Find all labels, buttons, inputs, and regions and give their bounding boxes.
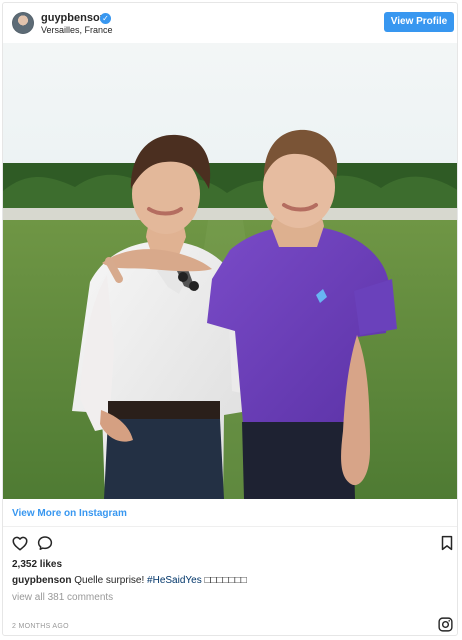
divider <box>3 526 457 527</box>
location[interactable]: Versailles, France <box>41 25 113 36</box>
username[interactable]: guypbenson <box>41 12 106 25</box>
view-comments-link[interactable]: view all 381 comments <box>12 592 113 603</box>
bookmark-icon[interactable] <box>438 534 456 552</box>
likes-count: 2,352 likes <box>12 559 63 570</box>
caption-text: Quelle surprise! <box>74 575 145 586</box>
instagram-icon[interactable] <box>437 616 454 633</box>
heart-icon[interactable] <box>11 534 29 552</box>
view-more-on-instagram-link[interactable]: View More on Instagram <box>12 508 127 519</box>
verified-badge-icon: ✓ <box>100 13 111 24</box>
post-header: guypbenson ✓ Versailles, France View Pro… <box>3 3 457 43</box>
post-timestamp[interactable]: 2 MONTHS AGO <box>12 623 69 630</box>
caption-emoji: □□□□□□□ <box>204 575 247 586</box>
caption-hashtag[interactable]: #HeSaidYes <box>147 575 202 586</box>
photo-two-men-versailles <box>3 43 457 499</box>
instagram-embed-card: guypbenson ✓ Versailles, France View Pro… <box>2 2 458 636</box>
comment-icon[interactable] <box>36 534 54 552</box>
post-photo[interactable] <box>3 43 457 499</box>
caption-username[interactable]: guypbenson <box>12 575 71 586</box>
caption: guypbenson Quelle surprise! #HeSaidYes □… <box>12 575 247 586</box>
view-profile-button[interactable]: View Profile <box>384 12 454 32</box>
avatar[interactable] <box>12 12 34 34</box>
